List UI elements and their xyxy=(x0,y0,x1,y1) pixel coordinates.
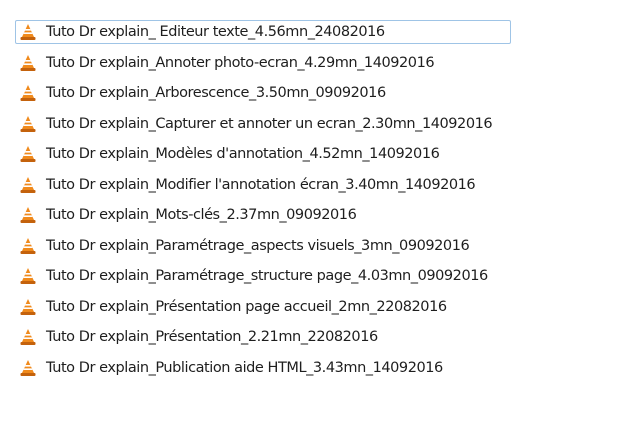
file-item[interactable]: Tuto Dr explain_Présentation page accuei… xyxy=(15,295,621,319)
file-item[interactable]: Tuto Dr explain_Capturer et annoter un e… xyxy=(15,112,621,136)
file-list: Tuto Dr explain_ Editeur texte_4.56mn_24… xyxy=(15,20,621,386)
vlc-cone-icon xyxy=(20,146,36,162)
file-item[interactable]: Tuto Dr explain_Annoter photo-ecran_4.29… xyxy=(15,51,621,75)
file-name: Tuto Dr explain_Modèles d'annotation_4.5… xyxy=(46,146,440,162)
vlc-cone-icon xyxy=(20,298,36,315)
vlc-cone-icon xyxy=(20,54,36,71)
vlc-cone-icon xyxy=(20,207,36,223)
file-item[interactable]: Tuto Dr explain_Paramétrage_structure pa… xyxy=(15,264,621,288)
file-name: Tuto Dr explain_ Editeur texte_4.56mn_24… xyxy=(46,24,385,40)
file-name: Tuto Dr explain_Paramétrage_aspects visu… xyxy=(46,237,470,254)
file-item[interactable]: Tuto Dr explain_Modèles d'annotation_4.5… xyxy=(15,142,621,166)
file-name: Tuto Dr explain_Publication aide HTML_3.… xyxy=(46,359,443,376)
vlc-cone-icon xyxy=(20,237,36,254)
vlc-cone-icon xyxy=(20,85,36,101)
file-name: Tuto Dr explain_Capturer et annoter un e… xyxy=(46,115,493,132)
file-item[interactable]: Tuto Dr explain_Mots-clés_2.37mn_0909201… xyxy=(15,203,621,227)
file-item[interactable]: Tuto Dr explain_Arborescence_3.50mn_0909… xyxy=(15,81,621,105)
vlc-cone-icon xyxy=(20,268,36,284)
file-name: Tuto Dr explain_Mots-clés_2.37mn_0909201… xyxy=(46,207,357,223)
file-name: Tuto Dr explain_Présentation page accuei… xyxy=(46,298,447,315)
file-name: Tuto Dr explain_Modifier l'annotation éc… xyxy=(46,176,476,193)
vlc-cone-icon xyxy=(20,115,36,132)
file-name: Tuto Dr explain_Paramétrage_structure pa… xyxy=(46,268,488,284)
file-name: Tuto Dr explain_Présentation_2.21mn_2208… xyxy=(46,329,378,345)
file-item[interactable]: Tuto Dr explain_Modifier l'annotation éc… xyxy=(15,173,621,197)
vlc-cone-icon xyxy=(20,24,36,40)
file-item[interactable]: Tuto Dr explain_Paramétrage_aspects visu… xyxy=(15,234,621,258)
vlc-cone-icon xyxy=(20,329,36,345)
file-item[interactable]: Tuto Dr explain_ Editeur texte_4.56mn_24… xyxy=(15,20,511,44)
file-name: Tuto Dr explain_Annoter photo-ecran_4.29… xyxy=(46,54,435,71)
vlc-cone-icon xyxy=(20,359,36,376)
vlc-cone-icon xyxy=(20,176,36,193)
file-item[interactable]: Tuto Dr explain_Publication aide HTML_3.… xyxy=(15,356,621,380)
file-name: Tuto Dr explain_Arborescence_3.50mn_0909… xyxy=(46,85,386,101)
file-item[interactable]: Tuto Dr explain_Présentation_2.21mn_2208… xyxy=(15,325,621,349)
